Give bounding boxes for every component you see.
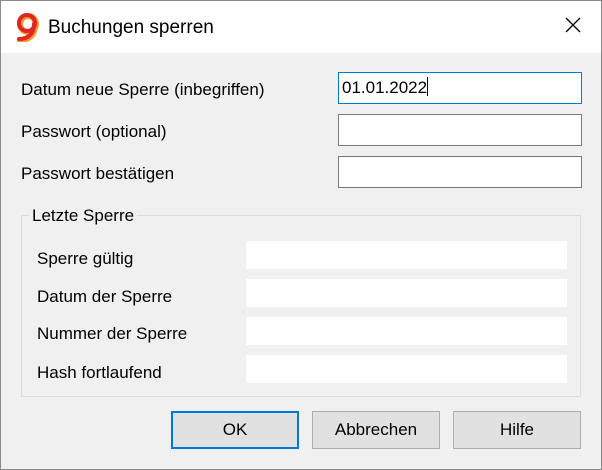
lock-number-field <box>246 317 567 345</box>
date-value: 01.01.2022 <box>342 78 428 97</box>
lock-valid-field <box>246 241 567 269</box>
password-input[interactable] <box>338 114 582 146</box>
app-logo-icon <box>13 12 43 43</box>
date-label: Datum neue Sperre (inbegriffen) <box>21 80 265 99</box>
lock-date-label: Datum der Sperre <box>37 287 173 306</box>
help-button-label: Hilfe <box>499 420 534 439</box>
date-input[interactable]: 01.01.2022 <box>338 72 582 104</box>
close-button[interactable] <box>545 1 601 53</box>
cancel-button[interactable]: Abbrechen <box>312 411 440 449</box>
last-lock-group-title: Letzte Sperre <box>29 205 138 227</box>
ok-button[interactable]: OK <box>171 411 299 449</box>
lock-valid-label: Sperre gültig <box>37 249 134 268</box>
hash-label: Hash fortlaufend <box>37 363 162 382</box>
lock-number-label: Nummer der Sperre <box>37 324 188 343</box>
window-title: Buchungen sperren <box>48 17 214 38</box>
password-label: Passwort (optional) <box>21 122 167 141</box>
lock-date-field <box>246 279 567 307</box>
ok-button-label: OK <box>222 420 248 439</box>
confirm-password-label: Passwort bestätigen <box>21 164 175 183</box>
close-icon <box>565 17 581 38</box>
cancel-button-label: Abbrechen <box>334 420 418 439</box>
hash-field <box>246 355 567 383</box>
help-button[interactable]: Hilfe <box>453 411 581 449</box>
confirm-password-input[interactable] <box>338 156 582 188</box>
title-bar[interactable]: Buchungen sperren <box>1 1 601 53</box>
text-cursor <box>427 77 429 96</box>
dialog-window: Buchungen sperren Datum neue Sperre (inb… <box>0 0 602 470</box>
